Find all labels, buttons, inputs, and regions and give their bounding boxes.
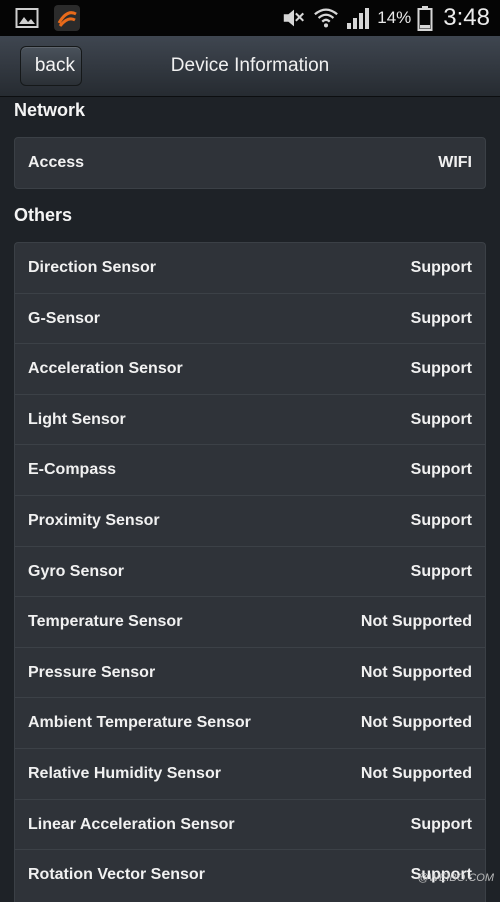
row-label: E-Compass xyxy=(28,461,117,479)
wifi-icon xyxy=(313,5,339,31)
list-item[interactable]: Linear Acceleration Sensor Support xyxy=(15,800,485,851)
row-label: Acceleration Sensor xyxy=(28,360,183,378)
row-value: Support xyxy=(410,309,472,327)
list-item[interactable]: Relative Humidity Sensor Not Supported xyxy=(15,749,485,800)
list-item[interactable]: Access WIFI xyxy=(15,138,485,188)
others-heading: Others xyxy=(14,205,73,225)
row-label: Pressure Sensor xyxy=(28,663,156,681)
clock: 3:48 xyxy=(443,4,490,31)
row-label: Gyro Sensor xyxy=(28,562,125,580)
status-bar: 14% 3:48 xyxy=(0,0,500,36)
row-value: Not Supported xyxy=(360,764,472,782)
row-value: Not Supported xyxy=(360,714,472,732)
row-label: Linear Acceleration Sensor xyxy=(28,815,235,833)
row-label: Rotation Vector Sensor xyxy=(28,866,205,884)
list-item[interactable]: Light Sensor Support xyxy=(15,395,485,446)
network-heading: Network xyxy=(14,100,86,120)
list-item[interactable]: Temperature Sensor Not Supported xyxy=(15,597,485,648)
row-label: G-Sensor xyxy=(28,309,101,327)
row-value: Support xyxy=(410,461,472,479)
list-item[interactable]: Proximity Sensor Support xyxy=(15,496,485,547)
list-item[interactable]: Pressure Sensor Not Supported xyxy=(15,648,485,699)
row-label: Temperature Sensor xyxy=(28,613,183,631)
row-value: Support xyxy=(410,815,472,833)
list-item[interactable]: Ambient Temperature Sensor Not Supported xyxy=(15,698,485,749)
app-icon xyxy=(54,5,80,31)
image-icon xyxy=(14,5,40,31)
list-item[interactable]: Direction Sensor Support xyxy=(15,243,485,294)
row-value: Support xyxy=(410,562,472,580)
row-value: Support xyxy=(410,259,472,276)
battery-icon xyxy=(417,5,433,31)
list-item[interactable]: Gyro Sensor Support xyxy=(15,547,485,598)
row-label: Light Sensor xyxy=(28,410,126,428)
row-value: Not Supported xyxy=(360,613,472,631)
row-value: Support xyxy=(410,410,472,428)
network-card: Access WIFI xyxy=(14,137,486,189)
row-label: Access xyxy=(28,154,85,171)
back-button[interactable]: back xyxy=(20,46,82,86)
row-value: Support xyxy=(410,360,472,378)
list-item[interactable]: E-Compass Support xyxy=(15,445,485,496)
row-label: Relative Humidity Sensor xyxy=(28,764,221,782)
signal-icon xyxy=(345,5,371,31)
row-value: Support xyxy=(410,511,472,529)
mute-icon xyxy=(281,5,307,31)
row-label: Ambient Temperature Sensor xyxy=(28,714,251,732)
list-item[interactable]: Rotation Vector Sensor Support xyxy=(15,850,485,901)
list-item[interactable]: Acceleration Sensor Support xyxy=(15,344,485,395)
others-card: Direction Sensor Support G-Sensor Suppor… xyxy=(14,242,486,902)
row-label: Proximity Sensor xyxy=(28,511,160,529)
watermark: @WEIBO.COM xyxy=(417,872,494,884)
title-bar: Device Information back xyxy=(0,36,500,97)
row-value: Not Supported xyxy=(360,663,472,681)
list-item[interactable]: G-Sensor Support xyxy=(15,294,485,345)
battery-percent: 14% xyxy=(377,8,412,27)
row-value: WIFI xyxy=(438,154,472,171)
row-label: Direction Sensor xyxy=(28,259,157,276)
